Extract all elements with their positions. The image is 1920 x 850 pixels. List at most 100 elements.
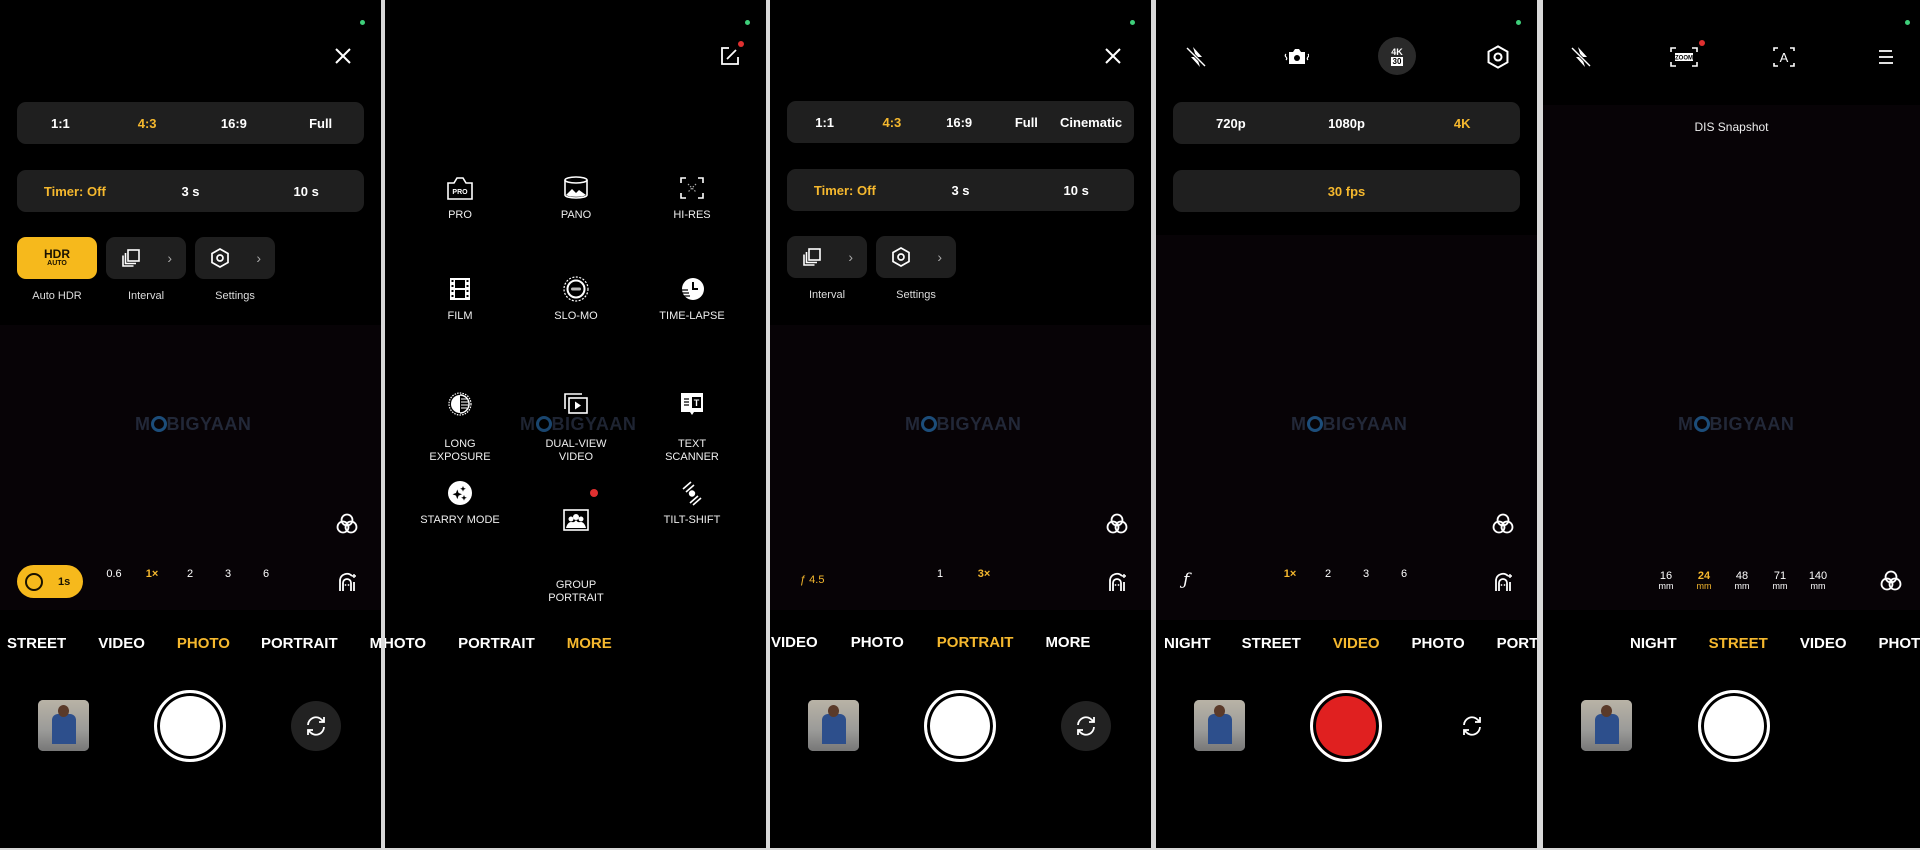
record-button[interactable] [1310, 690, 1382, 762]
aperture-icon[interactable]: ƒ [1183, 570, 1189, 590]
framerate-option-30fps[interactable]: 30 fps [1173, 184, 1520, 199]
mode-tile-pano[interactable]: PANO [521, 175, 631, 222]
focal-option[interactable]: 48 mm [1723, 571, 1761, 592]
switch-camera-button[interactable] [1061, 701, 1111, 751]
filters-icon[interactable] [334, 511, 360, 537]
focal-option[interactable]: 16 mm [1647, 571, 1685, 592]
aspect-option-full[interactable]: Full [277, 116, 364, 131]
mode-tile-long-exposure[interactable]: LONG EXPOSURE [405, 378, 515, 464]
mode-more[interactable]: MORE [1045, 634, 1090, 651]
beauty-face-icon[interactable] [1490, 569, 1516, 595]
aperture-value[interactable]: ƒ 4.5 [800, 574, 824, 586]
focal-option[interactable]: 71 mm [1761, 571, 1799, 592]
aspect-option-1-1[interactable]: 1:1 [17, 116, 104, 131]
aspect-option-full[interactable]: Full [993, 115, 1060, 130]
mode-night[interactable]: NIGHT [1164, 635, 1211, 652]
mode-photo[interactable]: PHOTO [851, 634, 904, 651]
mode-portrait[interactable]: PORTRA [1497, 635, 1537, 652]
mode-street[interactable]: STREET [7, 635, 66, 652]
filters-icon[interactable] [1490, 511, 1516, 537]
zoom-option[interactable]: 2 [171, 568, 209, 580]
timer-option-off[interactable]: Timer: Off [787, 183, 903, 198]
mode-tile-starry-mode[interactable]: STARRY MODE [405, 480, 515, 527]
switch-camera-button[interactable] [291, 701, 341, 751]
mode-tile-film[interactable]: FILM [405, 276, 515, 323]
zoom-frame-button[interactable]: ZOOM [1669, 40, 1705, 70]
mode-tile-group-portrait[interactable]: GROUP PORTRAIT [521, 480, 631, 605]
close-icon[interactable] [1102, 45, 1124, 67]
mode-portrait[interactable]: PORTRAIT [937, 634, 1014, 651]
timer-option-off[interactable]: Timer: Off [17, 184, 133, 199]
zoom-option[interactable]: 1 [918, 568, 962, 580]
auto-text-icon[interactable]: A [1771, 44, 1797, 70]
shutter-button[interactable] [924, 690, 996, 762]
focal-option[interactable]: 140 mm [1799, 571, 1837, 592]
mode-more[interactable]: MORE [567, 635, 612, 652]
night-mode-pill[interactable]: 1s [17, 565, 83, 598]
resolution-option-4k[interactable]: 4K [1404, 116, 1520, 131]
filters-icon[interactable] [1104, 511, 1130, 537]
zoom-option[interactable]: 2 [1309, 568, 1347, 580]
mode-portrait[interactable]: PORTRAIT [458, 635, 535, 652]
mode-photo[interactable]: PHOTO [1879, 635, 1920, 652]
zoom-option-selected[interactable]: 1× [1271, 568, 1309, 580]
flash-off-icon[interactable] [1183, 44, 1209, 70]
resolution-option-720p[interactable]: 720p [1173, 116, 1289, 131]
shutter-button[interactable] [154, 690, 226, 762]
settings-hex-icon[interactable] [1485, 44, 1511, 70]
edit-modes-button[interactable] [719, 41, 744, 67]
flash-off-icon[interactable] [1568, 44, 1594, 70]
timer-option-10s[interactable]: 10 s [1018, 183, 1134, 198]
shutter-button[interactable] [1698, 690, 1770, 762]
mode-tile-text-scanner[interactable]: T TEXT SCANNER [637, 378, 747, 464]
beauty-face-icon[interactable] [1104, 569, 1130, 595]
beauty-face-icon[interactable] [334, 569, 360, 595]
settings-button[interactable]: › [195, 237, 275, 279]
interval-button[interactable]: › [106, 237, 186, 279]
timer-option-3s[interactable]: 3 s [903, 183, 1019, 198]
aspect-option-4-3[interactable]: 4:3 [858, 115, 925, 130]
aspect-option-cinematic[interactable]: Cinematic [1060, 115, 1134, 130]
focal-option-selected[interactable]: 24 mm [1685, 571, 1723, 592]
timer-option-10s[interactable]: 10 s [248, 184, 364, 199]
close-icon[interactable] [332, 45, 354, 67]
aspect-option-1-1[interactable]: 1:1 [791, 115, 858, 130]
mode-tile-hi-res[interactable]: HI-RES [637, 175, 747, 222]
aspect-option-16-9[interactable]: 16:9 [191, 116, 278, 131]
switch-camera-button[interactable] [1447, 701, 1497, 751]
mode-portrait[interactable]: PORTRAIT [261, 635, 338, 652]
mode-video[interactable]: VIDEO [1800, 635, 1847, 652]
mode-tile-slo-mo[interactable]: SLO-MO [521, 276, 631, 323]
menu-icon[interactable] [1873, 44, 1899, 70]
aspect-option-16-9[interactable]: 16:9 [926, 115, 993, 130]
mode-street[interactable]: STREET [1709, 635, 1768, 652]
zoom-option-selected[interactable]: 1× [133, 568, 171, 580]
zoom-option[interactable]: 6 [247, 568, 285, 580]
mode-photo[interactable]: PHOTO [177, 635, 230, 652]
interval-button[interactable]: › [787, 236, 867, 278]
gallery-thumbnail[interactable] [808, 700, 859, 751]
settings-button[interactable]: › [876, 236, 956, 278]
aspect-option-4-3[interactable]: 4:3 [104, 116, 191, 131]
zoom-option[interactable]: 0.6 [95, 568, 133, 580]
mode-tile-pro[interactable]: PRO PRO [405, 175, 515, 222]
mode-video[interactable]: VIDEO [1333, 635, 1380, 652]
gallery-thumbnail[interactable] [1581, 700, 1632, 751]
mode-video[interactable]: VIDEO [98, 635, 145, 652]
mode-tile-tilt-shift[interactable]: TILT-SHIFT [637, 480, 747, 527]
resolution-option-1080p[interactable]: 1080p [1289, 116, 1405, 131]
mode-night[interactable]: NIGHT [1630, 635, 1677, 652]
timer-option-3s[interactable]: 3 s [133, 184, 249, 199]
auto-hdr-button[interactable]: HDR AUTO [17, 237, 97, 279]
gallery-thumbnail[interactable] [38, 700, 89, 751]
stabilization-icon[interactable] [1283, 44, 1309, 70]
zoom-option[interactable]: 3 [1347, 568, 1385, 580]
resolution-quick-button[interactable]: 4K 30 [1378, 37, 1416, 75]
zoom-option-selected[interactable]: 3× [962, 568, 1006, 580]
mode-video[interactable]: VIDEO [771, 634, 818, 651]
mode-photo[interactable]: PHOTO [1412, 635, 1465, 652]
mode-tile-time-lapse[interactable]: TIME-LAPSE [637, 276, 747, 323]
filters-icon[interactable] [1878, 568, 1904, 594]
mode-photo[interactable]: HOTO [385, 635, 426, 652]
zoom-option[interactable]: 6 [1385, 568, 1423, 580]
